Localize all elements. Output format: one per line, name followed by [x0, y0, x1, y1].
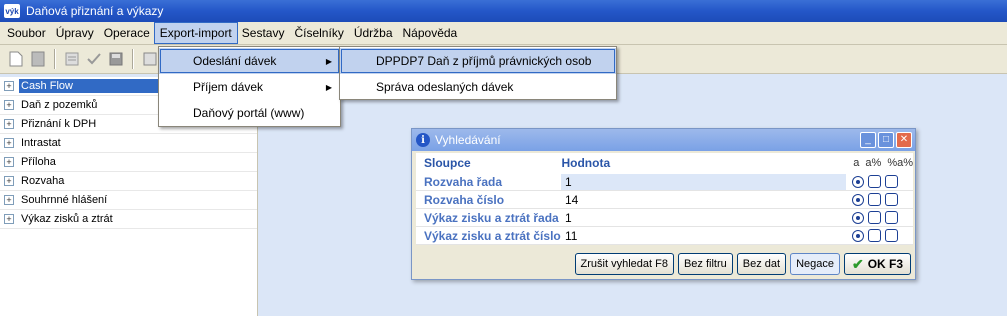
submenu-arrow-icon: ▶ [325, 82, 332, 92]
cancel-search-button[interactable]: Zrušit vyhledat F8 [574, 253, 674, 275]
no-filter-button[interactable]: Bez filtru [677, 253, 733, 275]
expand-icon[interactable]: + [4, 138, 14, 148]
menu-soubor[interactable]: Soubor [2, 23, 51, 43]
match-prefix-checkbox[interactable] [868, 193, 881, 206]
no-data-button[interactable]: Bez dat [736, 253, 787, 275]
expand-icon[interactable]: + [4, 214, 14, 224]
match-prefix-checkbox[interactable] [868, 211, 881, 224]
expand-icon[interactable]: + [4, 157, 14, 167]
toolbar-separator [132, 49, 134, 69]
table-row[interactable]: Výkaz zisku a ztrát číslo 11 [416, 227, 913, 245]
dialog-title: Vyhledávání [435, 133, 501, 147]
minimize-icon[interactable]: _ [860, 132, 876, 148]
expand-icon[interactable]: + [4, 195, 14, 205]
submenu-arrow-icon: ▶ [325, 56, 332, 66]
menu-item-dppdp7[interactable]: DPPDP7 Daň z příjmů právnických osob [340, 48, 616, 74]
confirm-icon[interactable] [84, 49, 104, 69]
menu-item-prijem-davek[interactable]: Příjem dávek ▶ [159, 74, 340, 100]
menu-item-odeslani-davek[interactable]: Odeslání dávek ▶ [159, 48, 340, 74]
match-contains-checkbox[interactable] [885, 193, 898, 206]
app-icon: výk [4, 4, 20, 18]
match-exact-radio[interactable] [852, 229, 864, 242]
menu-upravy[interactable]: Úpravy [51, 23, 99, 43]
close-icon[interactable]: ✕ [896, 132, 912, 148]
export-import-menu: Odeslání dávek ▶ Příjem dávek ▶ Daňový p… [158, 46, 341, 127]
tree-item[interactable]: + Rozvaha [0, 172, 257, 191]
value-field[interactable]: 1 [561, 210, 846, 226]
menu-item-danovy-portal[interactable]: Daňový portál (www) [159, 100, 340, 126]
expand-icon[interactable]: + [4, 119, 14, 129]
menu-item-sprava-davek[interactable]: Správa odeslaných dávek [340, 74, 616, 100]
search-dialog: i Vyhledávání _ □ ✕ Sloupce Hodnota a a%… [411, 128, 916, 280]
menu-udrzba[interactable]: Údržba [349, 23, 398, 43]
toolbar-separator [54, 49, 56, 69]
match-contains-checkbox[interactable] [885, 211, 898, 224]
grid-icon[interactable] [140, 49, 160, 69]
value-field[interactable]: 14 [561, 192, 846, 208]
table-row[interactable]: Výkaz zisku a ztrát řada 1 [416, 209, 913, 227]
maximize-icon[interactable]: □ [878, 132, 894, 148]
expand-icon[interactable]: + [4, 100, 14, 110]
tree-item[interactable]: + Výkaz zisků a ztrát [0, 210, 257, 229]
match-prefix-checkbox[interactable] [868, 175, 881, 188]
header-options: a a% %a% [853, 157, 913, 169]
tree-item[interactable]: + Intrastat [0, 134, 257, 153]
match-contains-checkbox[interactable] [885, 175, 898, 188]
odeslani-davek-submenu: DPPDP7 Daň z příjmů právnických osob Spr… [339, 46, 617, 100]
menu-export-import[interactable]: Export-import [153, 22, 238, 44]
expand-icon[interactable]: + [4, 81, 14, 91]
search-grid: Sloupce Hodnota a a% %a% Rozvaha řada 1 … [416, 153, 913, 245]
menu-ciselniky[interactable]: Číselníky [289, 23, 348, 43]
delete-icon[interactable] [28, 49, 48, 69]
menu-operace[interactable]: Operace [99, 23, 155, 43]
match-exact-radio[interactable] [852, 175, 864, 188]
value-field[interactable]: 11 [561, 228, 846, 244]
window-title: Daňová přiznání a výkazy [26, 4, 164, 18]
match-exact-radio[interactable] [852, 211, 864, 224]
title-bar: výk Daňová přiznání a výkazy [0, 0, 1007, 22]
value-field[interactable]: 1 [561, 173, 846, 190]
window-buttons: _ □ ✕ [860, 132, 912, 148]
dialog-title-bar[interactable]: i Vyhledávání _ □ ✕ [412, 129, 915, 151]
table-row[interactable]: Rozvaha řada 1 [416, 173, 913, 191]
dialog-footer: Zrušit vyhledat F8 Bez filtru Bez dat Ne… [416, 251, 913, 277]
match-exact-radio[interactable] [852, 193, 864, 206]
header-columns: Sloupce [424, 156, 471, 170]
tree-item[interactable]: + Příloha [0, 153, 257, 172]
match-contains-checkbox[interactable] [885, 229, 898, 242]
menu-bar: Soubor Úpravy Operace Export-import Sest… [0, 22, 1007, 45]
match-prefix-checkbox[interactable] [868, 229, 881, 242]
info-icon: i [416, 133, 430, 147]
grid-header: Sloupce Hodnota a a% %a% [416, 153, 913, 173]
tree-item[interactable]: + Souhrnné hlášení [0, 191, 257, 210]
ok-button[interactable]: ✔ OK F3 [844, 253, 911, 275]
header-value: Hodnota [561, 156, 611, 170]
new-document-icon[interactable] [6, 49, 26, 69]
checkmark-icon: ✔ [851, 255, 864, 272]
table-row[interactable]: Rozvaha číslo 14 [416, 191, 913, 209]
negate-button[interactable]: Negace [790, 253, 840, 275]
menu-sestavy[interactable]: Sestavy [237, 23, 290, 43]
edit-icon[interactable] [62, 49, 82, 69]
save-icon[interactable] [106, 49, 126, 69]
menu-napoveda[interactable]: Nápověda [398, 23, 463, 43]
expand-icon[interactable]: + [4, 176, 14, 186]
